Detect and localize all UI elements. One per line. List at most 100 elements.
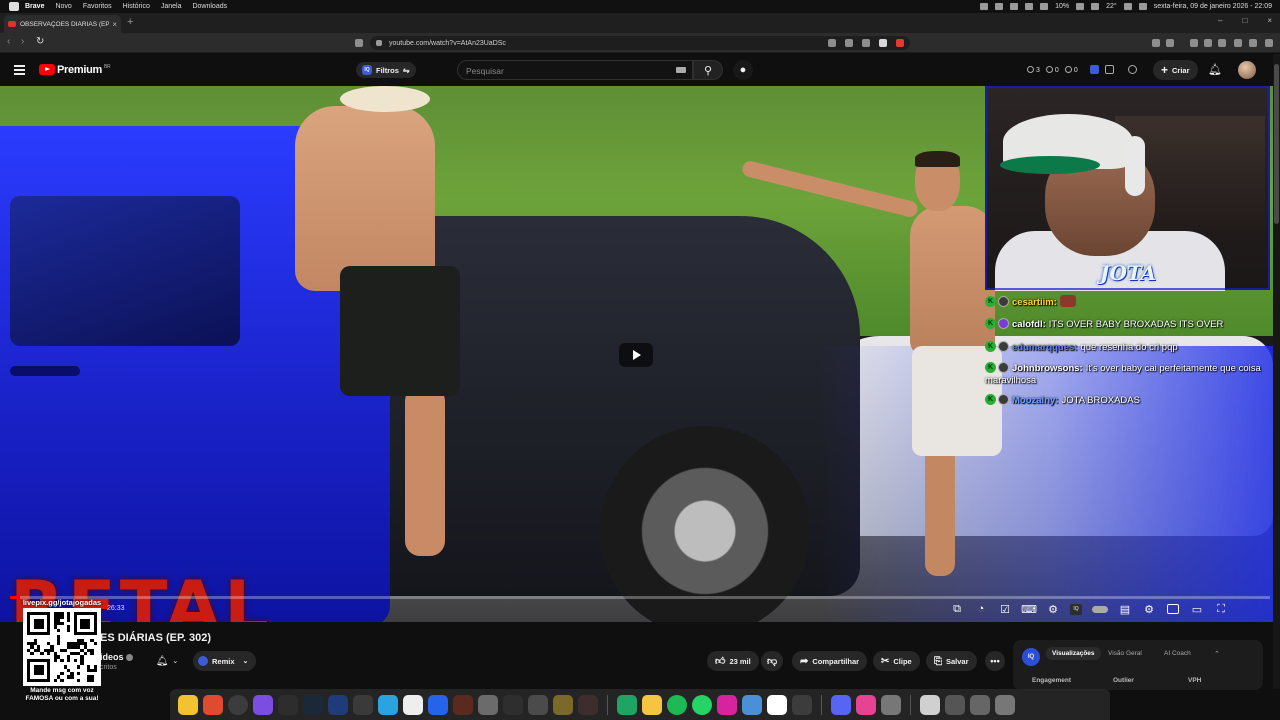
dock-spotify-icon[interactable] <box>667 694 687 715</box>
media-icon[interactable] <box>1190 39 1198 47</box>
site-info-icon[interactable] <box>376 40 382 46</box>
metric-vph[interactable]: VPH <box>1188 677 1201 684</box>
share-icon[interactable] <box>862 39 870 47</box>
dock-steam-icon[interactable] <box>303 694 323 715</box>
channel-name[interactable]: ideos <box>100 652 133 662</box>
create-button[interactable]: + Criar <box>1153 60 1198 80</box>
scrollbar-thumb[interactable] <box>1274 64 1279 224</box>
menu-item-novo[interactable]: Novo <box>55 3 71 10</box>
dock-tasks-icon[interactable] <box>428 694 448 715</box>
forward-icon[interactable]: › <box>21 36 24 47</box>
clip-button[interactable]: ✂ Clipe <box>873 651 920 671</box>
dock-discord-icon[interactable] <box>831 694 851 715</box>
close-tab-icon[interactable]: × <box>112 20 117 29</box>
settings-icon[interactable]: ⚙ <box>1142 602 1156 616</box>
tab-ai-coach[interactable]: AI Coach <box>1164 650 1191 657</box>
back-icon[interactable]: ‹ <box>7 36 10 47</box>
zoom-icon[interactable] <box>845 39 853 47</box>
gear-icon[interactable]: ⚙ <box>1046 602 1060 616</box>
dock-game-icon[interactable] <box>528 694 548 715</box>
new-tab-button[interactable]: + <box>127 16 133 28</box>
keyboard-icon[interactable]: ⌨ <box>1021 602 1037 616</box>
dock-telegram-icon[interactable] <box>378 694 398 715</box>
checklist-icon[interactable]: ☑ <box>998 602 1012 616</box>
tray-icon[interactable] <box>1010 3 1019 10</box>
search-input[interactable]: Pesquisar <box>457 60 693 80</box>
extension-icon[interactable] <box>1166 39 1174 47</box>
dock-window-icon[interactable] <box>995 694 1015 715</box>
dock-game-icon[interactable] <box>478 694 498 715</box>
dock-finder-icon[interactable] <box>178 694 198 715</box>
dock-game-icon[interactable] <box>578 694 598 715</box>
tray-icon[interactable] <box>1138 3 1147 10</box>
hamburger-menu-icon[interactable] <box>14 65 25 75</box>
dock-whatsapp-icon[interactable] <box>692 694 712 715</box>
tray-icon[interactable] <box>1123 3 1132 10</box>
menu-item-historico[interactable]: Histórico <box>123 3 150 10</box>
play-button[interactable] <box>619 343 653 367</box>
dock-davinci-icon[interactable] <box>353 694 373 715</box>
filters-button[interactable]: IQ Filtros ⇋ <box>356 62 416 78</box>
dock-help-icon[interactable] <box>767 694 787 715</box>
cinema-icon[interactable]: ▭ <box>1190 602 1204 616</box>
chevron-up-icon[interactable]: ⌃ <box>1214 650 1220 658</box>
youtube-premium-logo[interactable]: Premium BR <box>57 64 111 76</box>
menu-item-favoritos[interactable]: Favoritos <box>83 3 112 10</box>
dock-game-icon[interactable] <box>553 694 573 715</box>
battery-level[interactable]: 10% <box>1055 3 1069 10</box>
subscribe-notifications-button[interactable]: 🔔︎ ⌄ <box>148 651 186 671</box>
more-actions-button[interactable]: ••• <box>985 651 1005 671</box>
share-button[interactable]: ➦ Compartilhar <box>792 651 868 671</box>
tray-icon[interactable] <box>995 3 1004 10</box>
dock-app-icon[interactable] <box>253 694 273 715</box>
voice-search-button[interactable]: ● <box>733 60 753 80</box>
dock-notion-icon[interactable] <box>403 694 423 715</box>
dock-folder-icon[interactable] <box>642 694 662 715</box>
extension-icon[interactable] <box>1104 65 1114 74</box>
menu-app-name[interactable]: Brave <box>25 3 44 10</box>
system-logo-icon[interactable] <box>9 2 19 11</box>
progress-bar[interactable] <box>10 596 1270 599</box>
browser-tab-active[interactable]: OBSERVAÇÕES DIÁRIAS (EP. 302) × <box>4 15 121 33</box>
menu-item-janela[interactable]: Janela <box>161 3 182 10</box>
menu-icon[interactable] <box>1265 39 1273 47</box>
close-window-icon[interactable]: × <box>1267 16 1272 25</box>
extension-icon[interactable] <box>1152 39 1160 47</box>
save-button[interactable]: ⎘ Salvar <box>926 651 977 671</box>
extension-icon[interactable] <box>1234 39 1242 47</box>
ai-icon[interactable] <box>1127 65 1137 74</box>
iq-icon[interactable] <box>1089 65 1099 74</box>
dock-brave-icon[interactable] <box>203 694 223 715</box>
dock-xbox-icon[interactable] <box>792 694 812 715</box>
dislike-button[interactable]: 👎︎ <box>761 651 784 671</box>
vpn-icon[interactable] <box>1249 39 1257 47</box>
notifications-bell-icon[interactable]: 🔔︎ <box>1208 63 1222 76</box>
weather-temperature[interactable]: 22° <box>1106 3 1117 10</box>
dock-game-icon[interactable] <box>453 694 473 715</box>
metric-engagement[interactable]: Engagement <box>1032 677 1071 684</box>
brave-shields-icon[interactable] <box>879 39 887 47</box>
clock[interactable]: sexta-feira, 09 de janeiro 2026 - 22:09 <box>1154 3 1272 10</box>
dock-github-icon[interactable] <box>278 694 298 715</box>
tray-icon[interactable] <box>980 3 989 10</box>
extension-icon[interactable] <box>1218 39 1226 47</box>
remix-button[interactable]: Remix ⌄ <box>193 651 257 671</box>
tray-icon[interactable] <box>1040 3 1049 10</box>
dock-photoshop-icon[interactable] <box>328 694 348 715</box>
subtitles-icon[interactable]: ▤ <box>1118 602 1132 616</box>
search-button[interactable]: ⚲ <box>693 60 723 80</box>
like-button[interactable]: 👍︎ 23 mil <box>707 651 759 671</box>
dock-settings-icon[interactable] <box>881 694 901 715</box>
video-player[interactable]: RETAL JOTA cesartiim: calofdl:ITS OVER B… <box>0 86 1273 622</box>
dock-chrome-icon[interactable] <box>228 694 248 715</box>
dock-app-icon[interactable] <box>856 694 876 715</box>
speed-icon[interactable]: ◔ <box>974 602 988 616</box>
bookmark-icon[interactable] <box>355 39 363 47</box>
page-scrollbar[interactable] <box>1273 54 1280 689</box>
theater-mode-icon[interactable] <box>1166 602 1180 616</box>
stat-item[interactable]: 0 <box>1064 65 1078 74</box>
autoplay-toggle[interactable] <box>1092 605 1108 613</box>
miniplayer-icon[interactable]: ⧉ <box>950 602 964 616</box>
dock-window-icon[interactable] <box>945 694 965 715</box>
tab-visao-geral[interactable]: Visão Geral <box>1108 650 1142 657</box>
